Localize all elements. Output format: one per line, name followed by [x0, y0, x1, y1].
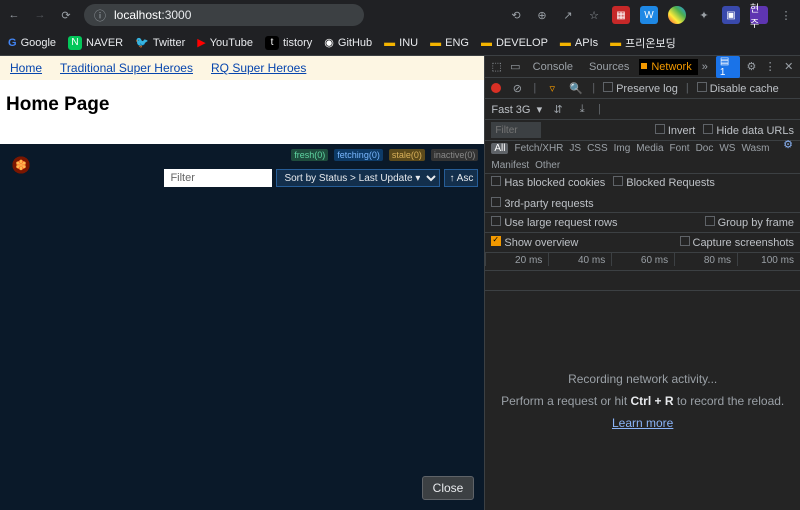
type-filter[interactable]: All — [491, 143, 508, 154]
rq-chip[interactable]: inactive(0) — [431, 149, 479, 161]
extension-icon[interactable]: W — [640, 6, 658, 24]
capture-screenshots-checkbox[interactable]: Capture screenshots — [680, 236, 795, 249]
timeline-tick: 40 ms — [548, 253, 611, 266]
record-stop-icon[interactable] — [491, 83, 501, 93]
devtools-menu-icon[interactable]: ⋮ — [763, 59, 778, 75]
bookmark-item[interactable]: 🐦 Twitter — [135, 36, 185, 49]
rq-filter-input[interactable] — [164, 169, 272, 187]
type-filter[interactable]: Wasm — [741, 143, 769, 154]
rq-sort-order-button[interactable]: ↑ Asc — [444, 169, 478, 187]
timeline-tick: 100 ms — [737, 253, 800, 266]
has-blocked-cookies-checkbox[interactable]: Has blocked cookies — [491, 176, 605, 189]
network-filter-input[interactable] — [491, 122, 541, 138]
bookmark-item[interactable]: ▬ APIs — [560, 37, 598, 49]
type-filter[interactable]: Fetch/XHR — [514, 143, 563, 154]
back-icon[interactable]: ← — [6, 7, 22, 23]
timeline-tick: 20 ms — [485, 253, 548, 266]
reload-icon[interactable]: ⟳ — [58, 7, 74, 23]
type-filter[interactable]: CSS — [587, 143, 608, 154]
filter-funnel-icon[interactable]: ▿ — [544, 80, 560, 96]
bookmark-item[interactable]: ▬ ENG — [430, 37, 469, 49]
menu-dots-icon[interactable]: ⋮ — [778, 7, 794, 23]
preserve-log-checkbox[interactable]: Preserve log — [603, 82, 678, 95]
bookmark-item[interactable]: ▬ DEVELOP — [481, 37, 548, 49]
rq-sort-select[interactable]: Sort by Status > Last Update ▾ — [276, 169, 440, 187]
throttle-select[interactable]: Fast 3G ▾ — [491, 103, 542, 116]
type-filter[interactable]: Doc — [696, 143, 714, 154]
profile-avatar[interactable]: 현주 — [750, 6, 768, 24]
hide-data-urls-checkbox[interactable]: Hide data URLs — [703, 124, 794, 137]
third-party-checkbox[interactable]: 3rd-party requests — [491, 197, 593, 210]
bookmark-item[interactable]: G Google — [8, 37, 56, 49]
learn-more-link[interactable]: Learn more — [612, 416, 673, 430]
close-button[interactable]: Close — [422, 476, 475, 500]
network-settings-gear-icon[interactable]: ⚙ — [780, 136, 796, 152]
type-filter[interactable]: Font — [670, 143, 690, 154]
zoom-icon[interactable]: ⊕ — [534, 7, 550, 23]
bookmark-item[interactable]: ▶ YouTube — [197, 36, 253, 49]
rq-status-chips: fresh(0) fetching(0) stale(0) inactive(0) — [0, 144, 484, 166]
invert-checkbox[interactable]: Invert — [655, 124, 696, 137]
bookmark-item[interactable]: N NAVER — [68, 36, 123, 50]
translate-icon[interactable]: ⟲ — [508, 7, 524, 23]
timeline-tick: 60 ms — [611, 253, 674, 266]
nav-link[interactable]: Traditional Super Heroes — [60, 61, 193, 75]
type-filter[interactable]: Img — [614, 143, 631, 154]
large-rows-checkbox[interactable]: Use large request rows — [491, 216, 617, 229]
type-filter[interactable]: WS — [719, 143, 735, 154]
device-toggle-icon[interactable]: ▭ — [508, 59, 523, 75]
wifi-icon[interactable]: ⇵ — [550, 101, 566, 117]
tab-network[interactable]: Network — [639, 59, 697, 75]
devtools-close-icon[interactable]: ✕ — [781, 59, 796, 75]
tabs-overflow-icon[interactable]: » — [702, 61, 708, 73]
blocked-requests-checkbox[interactable]: Blocked Requests — [613, 176, 715, 189]
tab-console[interactable]: Console — [527, 59, 579, 75]
show-overview-checkbox[interactable]: Show overview — [491, 236, 578, 249]
extension-icon[interactable]: ▦ — [612, 6, 630, 24]
type-filter[interactable]: Media — [636, 143, 663, 154]
page-title: Home Page — [6, 94, 478, 116]
disable-cache-checkbox[interactable]: Disable cache — [697, 82, 779, 95]
extensions-puzzle-icon[interactable]: ✦ — [696, 7, 712, 23]
clear-icon[interactable]: ⊘ — [509, 80, 525, 96]
extension-icon[interactable]: ▣ — [722, 6, 740, 24]
upload-icon[interactable]: ⤓ — [574, 101, 590, 117]
info-icon[interactable]: ⓘ — [92, 7, 108, 23]
waterfall-overview[interactable] — [485, 271, 800, 291]
bookmark-star-icon[interactable]: ☆ — [586, 7, 602, 23]
address-bar[interactable]: ⓘ localhost:3000 — [84, 4, 364, 26]
timeline-tick: 80 ms — [674, 253, 737, 266]
tab-sources[interactable]: Sources — [583, 59, 635, 75]
nav-link[interactable]: Home — [10, 61, 42, 75]
page-viewport: Home Traditional Super Heroes RQ Super Her… — [0, 56, 484, 510]
rq-chip[interactable]: fetching(0) — [334, 149, 383, 161]
bookmark-item[interactable]: ◉ GitHub — [324, 36, 372, 49]
extension-icon[interactable] — [668, 6, 686, 24]
type-filter[interactable]: JS — [569, 143, 581, 154]
app-nav: Home Traditional Super Heroes RQ Super Her… — [0, 56, 484, 80]
group-by-frame-checkbox[interactable]: Group by frame — [705, 216, 794, 229]
inspect-icon[interactable]: ⬚ — [489, 59, 504, 75]
url-port: :3000 — [161, 8, 191, 22]
page-body: Home Page — [0, 80, 484, 144]
rq-chip[interactable]: fresh(0) — [291, 149, 328, 161]
type-filter[interactable]: Manifest — [491, 160, 529, 171]
url-host: localhost — [114, 8, 161, 22]
issues-badge[interactable]: ▤ 1 — [716, 56, 740, 78]
type-filter[interactable]: Other — [535, 160, 560, 171]
devtools-panel: ⬚ ▭ Console Sources Network » ▤ 1 ⚙ ⋮ ✕ … — [484, 56, 800, 510]
nav-link[interactable]: RQ Super Heroes — [211, 61, 306, 75]
share-icon[interactable]: ↗ — [560, 7, 576, 23]
bookmark-item[interactable]: ▬ INU — [384, 37, 418, 49]
bookmark-item[interactable]: ▬ 프리온보딩 — [610, 35, 676, 51]
recording-status-text: Recording network activity... — [568, 372, 717, 386]
recording-hint-text: Perform a request or hit Ctrl + R to rec… — [501, 394, 784, 408]
react-query-logo-icon[interactable] — [10, 154, 32, 176]
forward-icon[interactable]: → — [32, 7, 48, 23]
settings-gear-icon[interactable]: ⚙ — [744, 59, 759, 75]
rq-chip[interactable]: stale(0) — [389, 149, 425, 161]
bookmark-item[interactable]: t tistory — [265, 36, 312, 50]
search-icon[interactable]: 🔍 — [568, 80, 584, 96]
